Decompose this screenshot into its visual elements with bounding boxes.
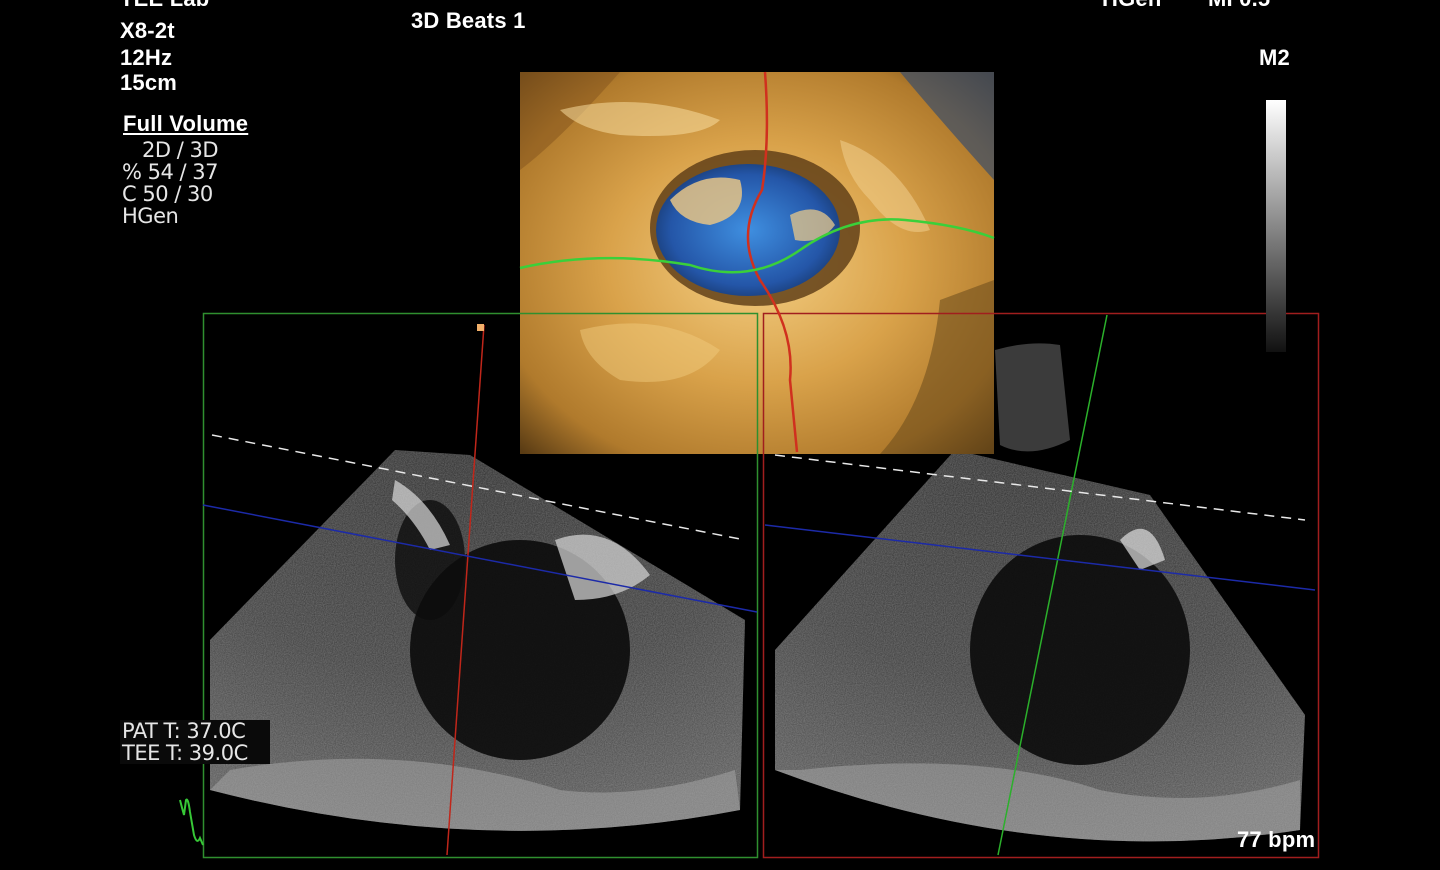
ecg-trace-icon: [179, 798, 204, 846]
mode-label: Full Volume: [123, 111, 249, 136]
probe-temperature: TEE T: 39.0C: [122, 741, 248, 765]
orientation-marker: [477, 324, 484, 331]
param-line-harmonic: HGen: [122, 204, 179, 228]
depth-label: 15cm: [120, 70, 178, 95]
ultrasound-screen: TEE Lab HGen MI 0.5 3D Beats 1 X8-2t 12H…: [0, 0, 1440, 870]
param-line-2d-3d: 2D / 3D: [142, 138, 219, 162]
param-line-percent: % 54 / 37: [122, 160, 219, 184]
probe-label: X8-2t: [120, 18, 175, 43]
left-2d-sector: [210, 450, 745, 831]
grayscale-bar-icon: [1266, 100, 1286, 352]
mode-parameters: 2D / 3D % 54 / 37 C 50 / 30 HGen: [122, 138, 219, 228]
temperature-readout: PAT T: 37.0C TEE T: 39.0C: [120, 720, 270, 764]
map-label: M2: [1259, 45, 1290, 70]
param-line-compress: C 50 / 30: [122, 182, 213, 206]
heart-rate: 77 bpm: [1237, 827, 1316, 852]
view-title: 3D Beats 1: [411, 8, 526, 33]
clipped-header-right-a: HGen: [1102, 0, 1161, 12]
clipped-header-right-b: MI 0.5: [1208, 0, 1270, 12]
patient-temperature: PAT T: 37.0C: [122, 719, 246, 743]
clipped-header-left: TEE Lab: [120, 0, 209, 12]
frame-rate-label: 12Hz: [120, 45, 173, 70]
